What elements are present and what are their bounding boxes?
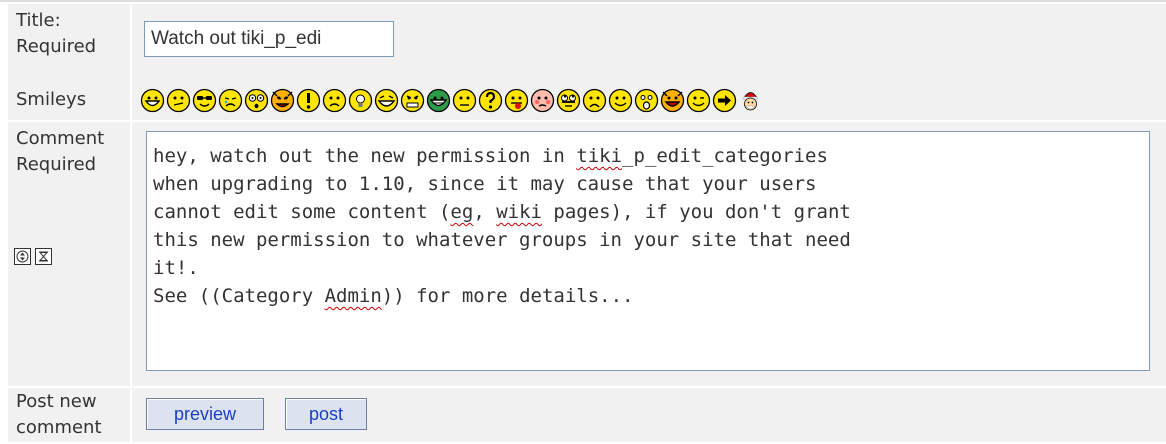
- preview-button[interactable]: preview: [146, 398, 264, 430]
- wink-smiley-icon[interactable]: [686, 88, 711, 113]
- post-button[interactable]: post: [285, 398, 367, 430]
- razz-smiley-icon[interactable]: [504, 88, 529, 113]
- comment-line: hey, watch out the new permission in tik…: [153, 145, 828, 167]
- title-label: Title: Required: [16, 10, 97, 57]
- smileys-label: Smileys: [16, 89, 87, 110]
- santa-smiley-icon[interactable]: [738, 88, 763, 113]
- smiley-strip: [140, 87, 763, 113]
- title-input[interactable]: Watch out tiki_p_edi: [144, 21, 394, 57]
- mrgreen-smiley-icon[interactable]: [426, 88, 451, 113]
- exclaim-smiley-icon[interactable]: [296, 88, 321, 113]
- comment-label: Comment Required: [16, 128, 105, 175]
- comment-term-tiki-perm: tiki: [576, 145, 623, 167]
- comment-label-cell: Comment Required: [8, 122, 130, 386]
- sad-smiley-icon[interactable]: [582, 88, 607, 113]
- comment-term-eg: eg: [450, 201, 474, 223]
- cry-smiley-icon[interactable]: [218, 88, 243, 113]
- idea-smiley-icon[interactable]: [348, 88, 373, 113]
- comment-line: cannot edit some content (eg, wiki pages…: [153, 201, 851, 223]
- evil-smiley-icon[interactable]: [270, 88, 295, 113]
- comment-row: Comment Required hey, watch out the new …: [0, 122, 1166, 388]
- mad-smiley-icon[interactable]: [400, 88, 425, 113]
- comment-line: this new permission to whatever groups i…: [153, 229, 851, 251]
- comment-term-admin: Admin: [324, 285, 382, 307]
- smile-smiley-icon[interactable]: [608, 88, 633, 113]
- neutral-smiley-icon[interactable]: [452, 88, 477, 113]
- textarea-tools: [14, 248, 52, 265]
- frown-smiley-icon[interactable]: [322, 88, 347, 113]
- post-label-cell: Post new comment: [8, 388, 130, 442]
- lol-smiley-icon[interactable]: [374, 88, 399, 113]
- resize-textarea-icon[interactable]: [14, 248, 31, 265]
- eek-smiley-icon[interactable]: [244, 88, 269, 113]
- hourglass-icon[interactable]: [35, 248, 52, 265]
- confused-smiley-icon[interactable]: [166, 88, 191, 113]
- top-divider: [0, 0, 1166, 2]
- twisted-smiley-icon[interactable]: [660, 88, 685, 113]
- smileys-row: Smileys: [0, 80, 1166, 122]
- comment-value-cell: hey, watch out the new permission in tik…: [132, 122, 1166, 386]
- comment-line: See ((Category Admin)) for more details.…: [153, 285, 634, 307]
- biggrin-smiley-icon[interactable]: [140, 88, 165, 113]
- cool-smiley-icon[interactable]: [192, 88, 217, 113]
- comment-form: Title: Required Watch out tiki_p_edi Smi…: [0, 0, 1166, 444]
- post-row: Post new comment preview post: [0, 388, 1166, 444]
- redface-smiley-icon[interactable]: [530, 88, 555, 113]
- surprised-smiley-icon[interactable]: [634, 88, 659, 113]
- post-label: Post new comment: [16, 391, 102, 438]
- post-value-cell: preview post: [132, 388, 1166, 442]
- arrow-smiley-icon[interactable]: [712, 88, 737, 113]
- question-smiley-icon[interactable]: [478, 88, 503, 113]
- comment-textarea[interactable]: hey, watch out the new permission in tik…: [146, 131, 1150, 371]
- rolleyes-smiley-icon[interactable]: [556, 88, 581, 113]
- comment-term-wiki: wiki: [496, 201, 542, 223]
- comment-line: it!.: [153, 257, 199, 279]
- smileys-value-cell: [132, 80, 1166, 120]
- comment-line: when upgrading to 1.10, since it may cau…: [153, 173, 817, 195]
- smileys-label-cell: Smileys: [8, 80, 130, 120]
